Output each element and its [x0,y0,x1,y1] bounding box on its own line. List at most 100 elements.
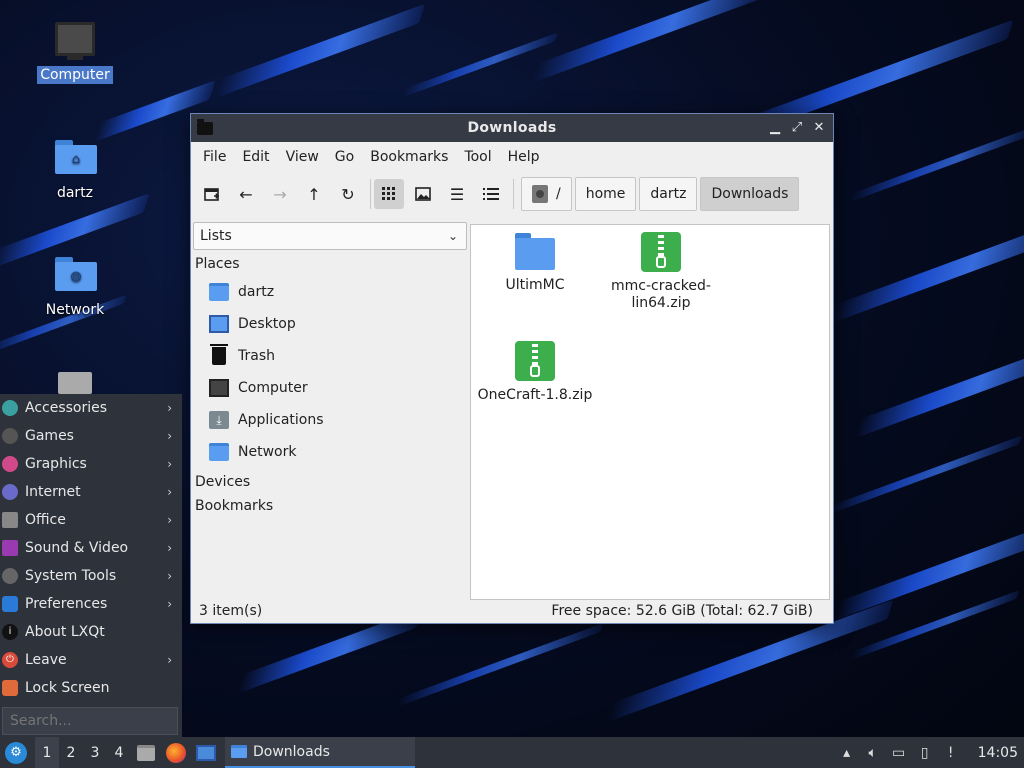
file-manager-window[interactable]: Downloads ▁ ⤢ ✕ File Edit View Go Bookma… [190,113,834,624]
graphics-icon [2,456,18,472]
network-folder-icon: ◍ [55,257,97,297]
place-dartz[interactable]: dartz [193,276,467,308]
menu-search-input[interactable] [2,707,178,735]
menu-label: Sound & Video [25,540,129,556]
menu-leave[interactable]: ⏻ Leave › [0,646,182,674]
menu-file[interactable]: File [195,149,234,165]
icon-view-icon[interactable] [374,179,404,209]
notification-icon[interactable]: ! [942,744,960,762]
power-icon: ⏻ [2,652,18,668]
desktop-switch-2[interactable]: 2 [59,737,83,768]
place-label: Applications [238,412,324,428]
breadcrumb-downloads[interactable]: Downloads [700,177,800,211]
menu-label: Lock Screen [25,680,110,696]
breadcrumb-label: Downloads [711,186,789,202]
volume-icon[interactable]: 🔈︎ [864,744,882,762]
side-panel-mode-select[interactable]: Lists ⌄ [193,222,467,250]
file-item-mmc-cracked[interactable]: mmc-cracked- lin64.zip [601,232,721,312]
menu-office[interactable]: Office › [0,506,182,534]
system-tray: ▴ 🔈︎ ▭ ▯ ! 14:05 [838,744,1018,762]
show-desktop-icon[interactable] [193,740,219,766]
menu-graphics[interactable]: Graphics › [0,450,182,478]
place-label: dartz [238,284,275,300]
menu-go[interactable]: Go [327,149,362,165]
toolbar-separator [370,179,371,209]
file-item-onecraft[interactable]: OneCraft-1.8.zip [475,341,595,404]
desktop-icon-label: Network [45,302,105,318]
menu-help[interactable]: Help [500,149,548,165]
place-trash[interactable]: Trash [193,340,467,372]
taskbar: ⚙ 1 2 3 4 Downloads ▴ 🔈︎ ▭ ▯ ! 14:05 [0,737,1024,768]
tray-arrow-icon[interactable]: ▴ [838,744,856,762]
place-desktop[interactable]: Desktop [193,308,467,340]
start-menu: Accessories › Games › Graphics › Interne… [0,394,182,737]
desktop-icon-dartz[interactable]: ⌂ dartz [30,140,120,202]
home-folder-icon [209,283,229,301]
breadcrumb-home[interactable]: home [574,177,637,211]
bookmarks-header[interactable]: Bookmarks [193,494,467,518]
menu-games[interactable]: Games › [0,422,182,450]
up-icon[interactable]: ↑ [299,179,329,209]
desktop-icon-network[interactable]: ◍ Network [30,257,120,319]
network-folder-icon [209,443,229,461]
new-tab-icon[interactable] [197,179,227,209]
sound-video-icon [2,540,18,556]
menu-view[interactable]: View [278,149,327,165]
breadcrumb-dartz[interactable]: dartz [639,177,698,211]
menu-label: Games [25,428,74,444]
zip-archive-icon [641,232,681,272]
place-computer[interactable]: Computer [193,372,467,404]
menu-bookmarks[interactable]: Bookmarks [362,149,456,165]
breadcrumb-label: / [556,186,561,202]
breadcrumb-root[interactable]: / [521,177,572,211]
menu-preferences[interactable]: Preferences › [0,590,182,618]
detailed-list-icon[interactable] [476,179,506,209]
file-item-ultimmc[interactable]: UltimMC [475,233,595,294]
desktop-switch-1[interactable]: 1 [35,737,59,768]
side-panel: Lists ⌄ Places dartz Desktop Trash Compu… [193,222,467,600]
menu-sound-video[interactable]: Sound & Video › [0,534,182,562]
firefox-icon[interactable] [163,740,189,766]
close-icon[interactable]: ✕ [811,120,827,136]
file-name-line2: lin64.zip [631,295,691,311]
place-label: Network [238,444,297,460]
computer-icon [209,379,229,397]
desktop-switch-3[interactable]: 3 [83,737,107,768]
devices-header[interactable]: Devices [193,470,467,494]
menu-tool[interactable]: Tool [456,149,499,165]
place-network[interactable]: Network [193,436,467,468]
menu-about-lxqt[interactable]: i About LXQt [0,618,182,646]
file-name: UltimMC [505,277,565,293]
menu-accessories[interactable]: Accessories › [0,394,182,422]
reload-icon[interactable]: ↻ [333,179,363,209]
menu-edit[interactable]: Edit [234,149,277,165]
side-panel-mode-value: Lists [200,228,232,244]
file-view[interactable]: UltimMC mmc-cracked- lin64.zip OneCraft-… [470,224,830,600]
taskbar-task-downloads[interactable]: Downloads [225,737,415,768]
place-label: Trash [238,348,275,364]
maximize-icon[interactable]: ⤢ [789,120,805,136]
desktop-icon-computer[interactable]: Computer [30,22,120,84]
info-icon: i [2,624,18,640]
place-applications[interactable]: ⤓ Applications [193,404,467,436]
menu-system-tools[interactable]: System Tools › [0,562,182,590]
menu-lock-screen[interactable]: Lock Screen [0,674,182,702]
menu-internet[interactable]: Internet › [0,478,182,506]
compact-view-icon[interactable]: ☰ [442,179,472,209]
forward-icon[interactable]: → [265,179,295,209]
chevron-right-icon: › [167,513,172,527]
window-titlebar[interactable]: Downloads ▁ ⤢ ✕ [191,114,833,142]
lxqt-menu-icon[interactable]: ⚙ [5,741,27,764]
games-icon [2,428,18,444]
network-status-icon[interactable]: ▭ [890,744,908,762]
desktop-switch-4[interactable]: 4 [107,737,131,768]
minimize-icon[interactable]: ▁ [767,120,783,136]
clock[interactable]: 14:05 [978,745,1018,761]
places-header[interactable]: Places [193,252,467,276]
menu-label: Leave [25,652,67,668]
home-folder-icon: ⌂ [55,140,97,180]
thumbnail-view-icon[interactable] [408,179,438,209]
clipboard-icon[interactable]: ▯ [916,744,934,762]
file-manager-launcher-icon[interactable] [133,740,159,766]
back-icon[interactable]: ← [231,179,261,209]
